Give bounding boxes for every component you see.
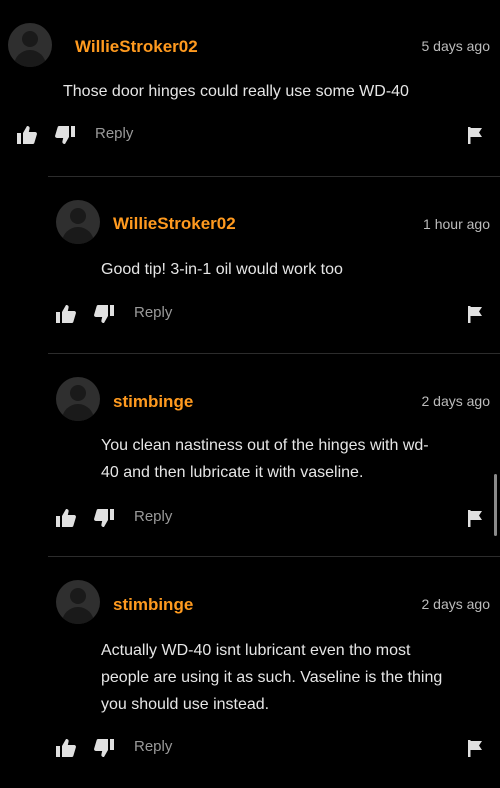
avatar-head-shape xyxy=(70,588,86,604)
user-avatar[interactable] xyxy=(56,377,100,421)
comment-text: Good tip! 3-in-1 oil would work too xyxy=(101,256,488,283)
reply-button[interactable]: Reply xyxy=(134,508,172,525)
comment-actions: Reply xyxy=(55,303,486,325)
thumbs-down-icon[interactable] xyxy=(93,303,115,325)
user-avatar[interactable] xyxy=(56,200,100,244)
thumbs-down-icon[interactable] xyxy=(93,737,115,759)
thumbs-down-icon[interactable] xyxy=(93,507,115,529)
scrollbar[interactable] xyxy=(494,474,497,536)
comment-reply: stimbinge 2 days ago Actually WD-40 isnt… xyxy=(48,556,500,788)
comment-text-line: Those door hinges could really use some … xyxy=(63,83,409,100)
comment-text-line: Good tip! 3-in-1 oil would work too xyxy=(101,261,343,278)
comment-text-line: 40 and then lubricate it with vaseline. xyxy=(101,464,364,481)
avatar-head-shape xyxy=(70,208,86,224)
flag-icon[interactable] xyxy=(464,507,486,529)
comment-actions: Reply xyxy=(16,124,486,146)
comment-username[interactable]: WillieStroker02 xyxy=(75,37,198,57)
comment-text: Those door hinges could really use some … xyxy=(63,78,488,105)
comment-timestamp: 1 hour ago xyxy=(423,216,490,232)
user-avatar[interactable] xyxy=(56,580,100,624)
comment-timestamp: 2 days ago xyxy=(421,596,491,612)
avatar-body-shape xyxy=(62,607,94,624)
comment-actions: Reply xyxy=(55,737,486,759)
comment-actions: Reply xyxy=(55,507,486,529)
thumbs-up-icon[interactable] xyxy=(55,507,77,529)
thumbs-up-icon[interactable] xyxy=(16,124,38,146)
flag-icon[interactable] xyxy=(464,737,486,759)
thumbs-up-icon[interactable] xyxy=(55,737,77,759)
reply-button[interactable]: Reply xyxy=(95,125,133,142)
comment-timestamp: 2 days ago xyxy=(421,393,491,409)
comment-username[interactable]: stimbinge xyxy=(113,392,193,412)
avatar-head-shape xyxy=(22,31,38,47)
user-avatar[interactable] xyxy=(8,23,52,67)
avatar-head-shape xyxy=(70,385,86,401)
comment-reply: WillieStroker02 1 hour ago Good tip! 3-i… xyxy=(48,176,500,354)
comment-text-line: you should use instead. xyxy=(101,696,270,713)
comment-text: You clean nastiness out of the hinges wi… xyxy=(101,432,488,486)
reply-button[interactable]: Reply xyxy=(134,738,172,755)
comment-username[interactable]: WillieStroker02 xyxy=(113,214,236,234)
comment-text-line: You clean nastiness out of the hinges wi… xyxy=(101,437,429,454)
comment: WillieStroker02 5 days ago Those door hi… xyxy=(0,0,500,176)
comment-text-line: people are using it as such. Vaseline is… xyxy=(101,669,443,686)
avatar-body-shape xyxy=(62,227,94,244)
avatar-body-shape xyxy=(62,404,94,421)
flag-icon[interactable] xyxy=(464,303,486,325)
thumbs-down-icon[interactable] xyxy=(54,124,76,146)
flag-icon[interactable] xyxy=(464,124,486,146)
comment-text: Actually WD-40 isnt lubricant even tho m… xyxy=(101,637,488,718)
comment-timestamp: 5 days ago xyxy=(421,38,491,54)
comment-reply: stimbinge 2 days ago You clean nastiness… xyxy=(48,353,500,557)
thumbs-up-icon[interactable] xyxy=(55,303,77,325)
avatar-body-shape xyxy=(14,50,46,67)
comment-text-line: Actually WD-40 isnt lubricant even tho m… xyxy=(101,642,411,659)
comment-username[interactable]: stimbinge xyxy=(113,595,193,615)
reply-button[interactable]: Reply xyxy=(134,304,172,321)
